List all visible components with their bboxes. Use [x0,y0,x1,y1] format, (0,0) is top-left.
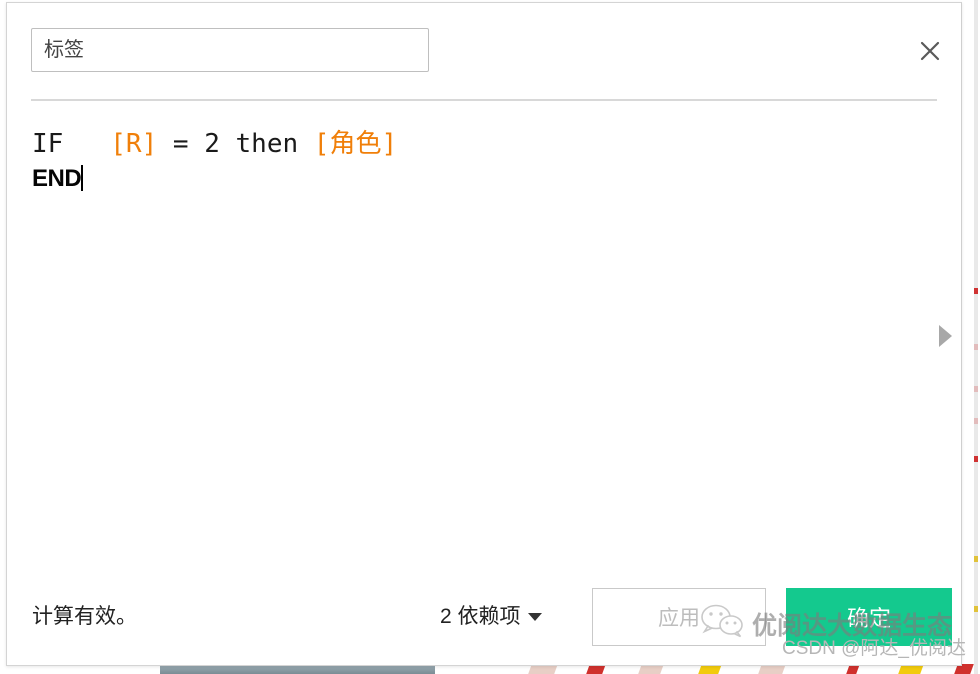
formula-text[interactable]: IF [R] = 2 then [角色] END [8,103,960,196]
dependencies-label: 2 依赖项 [440,605,521,628]
header-divider [31,99,937,101]
validation-status: 计算有效。 [32,605,137,628]
formula-gap [63,129,110,159]
background-right-rail [974,0,978,674]
formula-editor[interactable]: IF [R] = 2 then [角色] END [8,103,960,573]
play-triangle-icon[interactable] [939,325,952,347]
rail-mark [974,386,978,392]
rail-mark [974,606,978,612]
formula-field-r: [R] [110,129,158,159]
formula-keyword-if: IF [32,129,64,159]
rail-mark [974,344,978,350]
formula-operator: = 2 then [157,129,314,159]
dependencies-dropdown[interactable]: 2 依赖项 [440,600,542,630]
dialog-header [7,3,961,101]
formula-keyword-end: END [32,165,82,192]
rail-mark [974,456,978,462]
ok-button[interactable]: 确定 [786,588,952,646]
apply-button[interactable]: 应用 [592,588,766,646]
text-caret [81,165,84,191]
dialog-footer: 计算有效。 2 依赖项 应用 确定 [8,572,960,664]
formula-field-role: [角色] [313,129,398,159]
calculation-editor-dialog: IF [R] = 2 then [角色] END 计算有效。 2 依赖项 应用 … [6,2,962,666]
close-icon [917,38,943,64]
screen: IF [R] = 2 then [角色] END 计算有效。 2 依赖项 应用 … [0,0,980,674]
rail-mark [974,418,978,424]
calculation-name-input[interactable] [31,28,429,72]
rail-mark [974,556,978,562]
close-button[interactable] [909,30,951,72]
chevron-down-icon [527,612,542,621]
rail-mark [974,288,978,294]
